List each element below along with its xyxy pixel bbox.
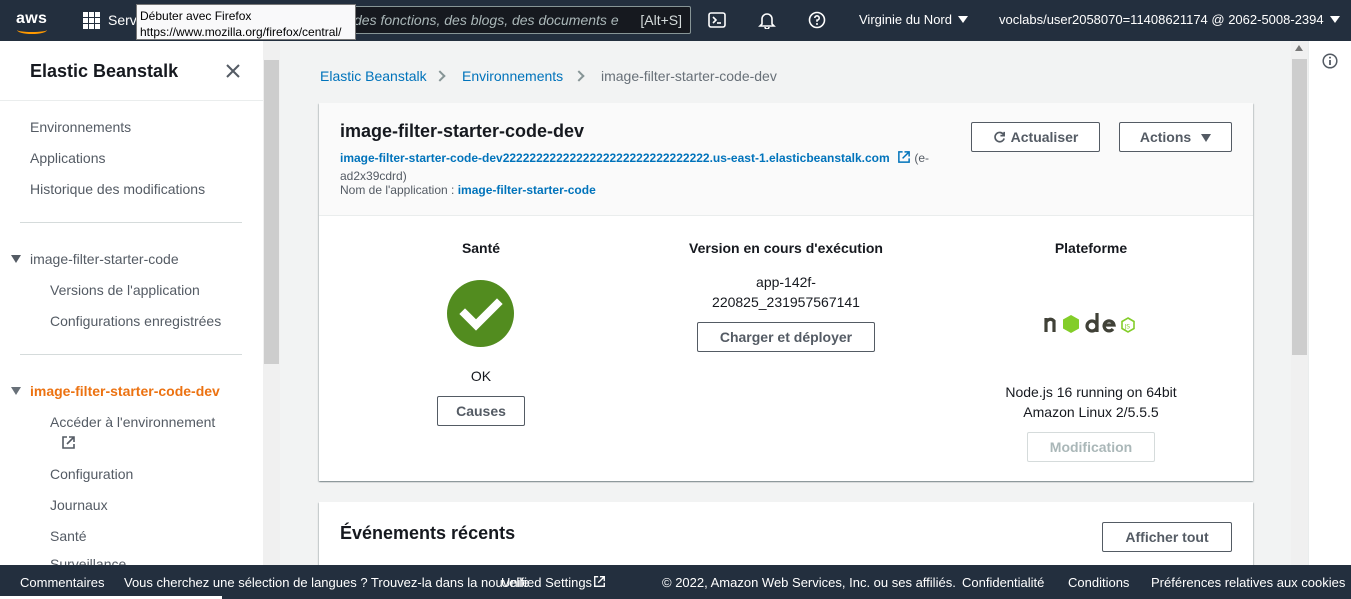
footer: Commentaires Vous cherchez une sélection… — [0, 565, 1351, 599]
scrollbar-thumb[interactable] — [1292, 59, 1307, 355]
region-selector[interactable]: Virginie du Nord — [859, 12, 968, 27]
health-ok-icon — [447, 280, 514, 347]
environment-overview-card: image-filter-starter-code-dev image-filt… — [319, 103, 1253, 481]
application-name-link[interactable]: image-filter-starter-code — [458, 183, 596, 197]
upload-deploy-button[interactable]: Charger et déployer — [697, 322, 875, 352]
environment-url-link[interactable]: image-filter-starter-code-dev22222222222… — [340, 151, 890, 165]
refresh-icon — [993, 131, 1005, 143]
scrollbar-thumb[interactable] — [264, 60, 279, 364]
region-label: Virginie du Nord — [859, 12, 952, 27]
environment-header: image-filter-starter-code-dev image-filt… — [319, 103, 1253, 216]
expand-triangle-icon[interactable] — [11, 255, 21, 263]
search-shortcut: [Alt+S] — [640, 12, 682, 28]
chevron-right-icon — [434, 70, 446, 82]
modify-button[interactable]: Modification — [1027, 432, 1155, 462]
sidebar-item-health[interactable]: Santé — [50, 528, 87, 544]
sidebar-item-applications[interactable]: Applications — [30, 150, 106, 166]
sidebar-separator — [20, 354, 242, 355]
sidebar-item-go-to-environment[interactable]: Accéder à l'environnement — [50, 414, 215, 430]
language-notice: Vous cherchez une sélection de langues ?… — [124, 575, 530, 590]
search-input[interactable] — [354, 10, 619, 30]
sidebar-title: Elastic Beanstalk — [30, 61, 179, 81]
aws-logo[interactable]: aws — [16, 8, 52, 34]
browser-tooltip: Débuter avec Firefox https://www.mozilla… — [136, 4, 356, 40]
external-link-icon[interactable] — [593, 575, 606, 588]
breadcrumb-environments[interactable]: Environnements — [462, 68, 563, 84]
expand-triangle-icon[interactable] — [11, 387, 21, 395]
recent-events-title: Événements récents — [340, 523, 516, 543]
caret-down-icon — [1201, 134, 1212, 142]
unified-settings-link[interactable]: Unified Settings — [501, 575, 592, 590]
health-status: OK — [470, 368, 492, 384]
close-icon[interactable] — [224, 62, 242, 80]
sidebar-item-saved-configs[interactable]: Configurations enregistrées — [50, 313, 221, 329]
sidebar-item-monitoring[interactable]: Surveillance — [50, 556, 126, 565]
show-all-button[interactable]: Afficher tout — [1102, 522, 1232, 552]
breadcrumb-current: image-filter-starter-code-dev — [601, 68, 777, 84]
svg-text:JS: JS — [1124, 324, 1131, 331]
sidebar-item-environments[interactable]: Environnements — [30, 119, 131, 135]
scroll-up-arrow-icon[interactable] — [1295, 45, 1303, 51]
actions-button[interactable]: Actions — [1119, 122, 1232, 152]
sidebar-item-configuration[interactable]: Configuration — [50, 466, 133, 482]
cloudshell-icon[interactable] — [708, 11, 726, 29]
causes-button[interactable]: Causes — [437, 396, 525, 426]
platform-line1: Node.js 16 running on 64bit — [1005, 384, 1177, 400]
sidebar-section-environment[interactable]: image-filter-starter-code-dev — [30, 383, 220, 399]
privacy-link[interactable]: Confidentialité — [962, 575, 1044, 590]
caret-down-icon — [957, 16, 968, 23]
health-title: Santé — [461, 240, 501, 256]
refresh-label: Actualiser — [1010, 129, 1079, 145]
sidebar-separator — [20, 222, 242, 223]
sidebar-divider — [0, 100, 263, 101]
info-panel-rail — [1308, 41, 1351, 565]
platform-line2: Amazon Linux 2/5.5.5 — [1023, 404, 1159, 420]
version-label-line2: 220825_231957567141 — [712, 294, 860, 310]
search-box[interactable]: [Alt+S] — [345, 6, 691, 34]
main-scrollbar[interactable] — [1291, 41, 1308, 565]
application-name-row: Nom de l'application : image-filter-star… — [340, 183, 596, 197]
external-link-icon[interactable] — [61, 435, 76, 450]
chevron-right-icon — [573, 70, 585, 82]
account-label: voclabs/user2058070=11408621174 @ 2062-5… — [999, 12, 1324, 27]
feedback-link[interactable]: Commentaires — [20, 575, 105, 590]
terms-link[interactable]: Conditions — [1068, 575, 1129, 590]
info-icon[interactable] — [1322, 53, 1338, 69]
nodejs-logo-icon: JS — [1044, 310, 1138, 338]
breadcrumb-elastic-beanstalk[interactable]: Elastic Beanstalk — [320, 68, 427, 84]
environment-url-block: image-filter-starter-code-dev22222222222… — [340, 149, 960, 185]
application-name-label: Nom de l'application : — [340, 183, 455, 197]
environment-title: image-filter-starter-code-dev — [340, 121, 585, 141]
tooltip-title: Débuter avec Firefox — [140, 9, 252, 23]
sidebar-section-application[interactable]: image-filter-starter-code — [30, 251, 179, 267]
version-label-line1: app-142f- — [756, 274, 816, 290]
sidebar-item-app-versions[interactable]: Versions de l'application — [50, 282, 200, 298]
sidebar: Elastic Beanstalk Environnements Applica… — [0, 41, 263, 565]
bell-icon[interactable] — [758, 11, 776, 30]
services-grid-icon[interactable] — [83, 12, 100, 29]
sidebar-item-logs[interactable]: Journaux — [50, 497, 108, 513]
sidebar-scrollbar[interactable] — [263, 41, 280, 565]
help-icon[interactable] — [808, 11, 826, 29]
refresh-button[interactable]: Actualiser — [971, 122, 1100, 152]
running-version-title: Version en cours d'exécution — [689, 240, 883, 256]
caret-down-icon — [1329, 16, 1340, 23]
platform-title: Plateforme — [1054, 240, 1128, 256]
sidebar-item-change-history[interactable]: Historique des modifications — [30, 181, 205, 197]
tooltip-url: https://www.mozilla.org/firefox/central/ — [140, 25, 342, 39]
cookie-preferences-link[interactable]: Préférences relatives aux cookies — [1151, 575, 1345, 590]
actions-label: Actions — [1139, 129, 1192, 145]
account-menu[interactable]: voclabs/user2058070=11408621174 @ 2062-5… — [999, 12, 1340, 27]
external-link-icon[interactable] — [897, 150, 911, 164]
copyright-text: © 2022, Amazon Web Services, Inc. ou ses… — [662, 575, 956, 590]
